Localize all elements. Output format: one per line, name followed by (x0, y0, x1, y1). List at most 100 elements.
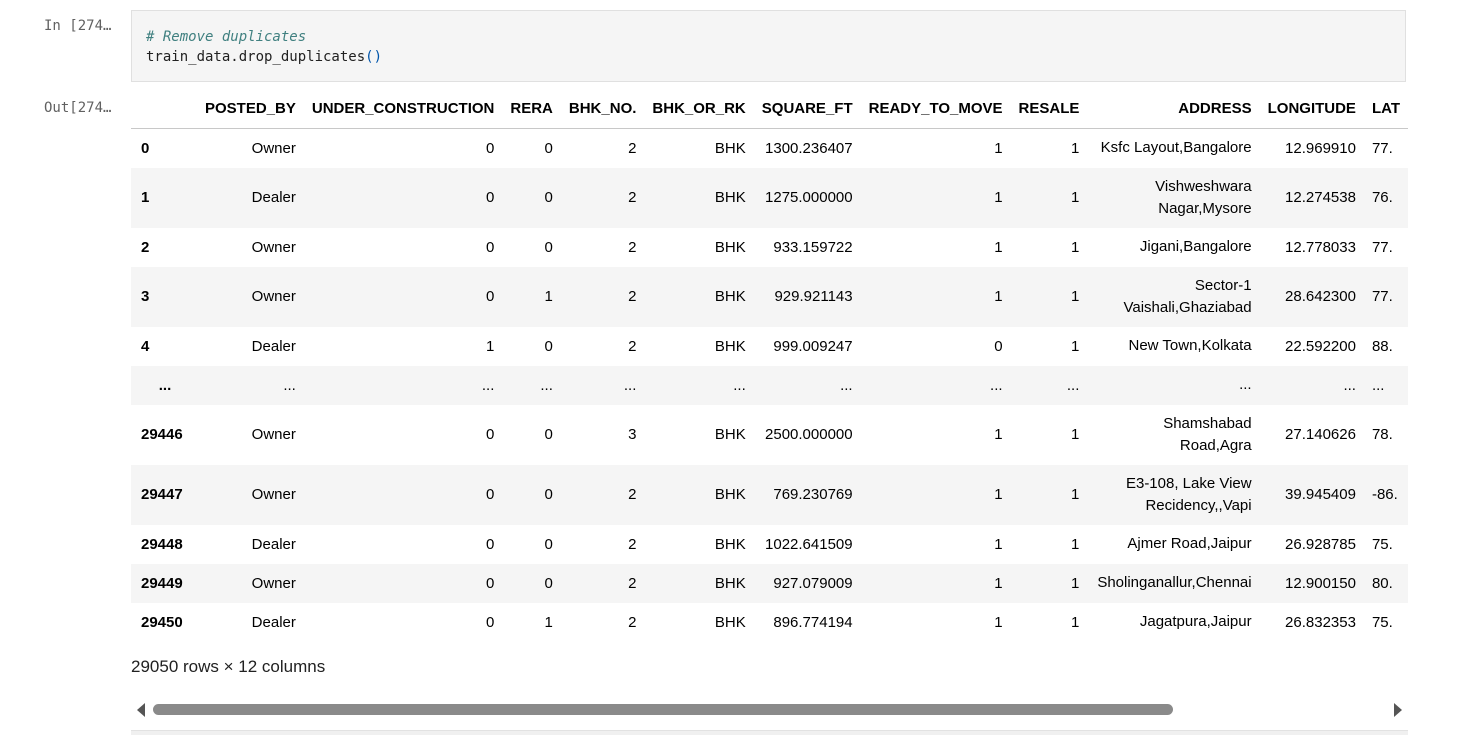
table-cell: Owner (251, 426, 296, 443)
table-cell: 1 (1071, 238, 1080, 256)
table-cell: 769.230769 (773, 486, 853, 503)
table-cell: 896.774194 (773, 613, 853, 631)
table-cell: 1 (994, 426, 1003, 443)
table-cell: BHK (714, 189, 746, 206)
table-cell: 1 (544, 288, 553, 305)
row-index: 3 (141, 288, 150, 305)
table-cell: 2 (628, 613, 637, 631)
table-cell: Jigani,Bangalore (1139, 238, 1252, 255)
table-cell: Sholinganallur,Chennai (1097, 574, 1252, 591)
column-header-ready-to-move: READY_TO_MOVE (860, 88, 1011, 129)
row-index: 1 (141, 189, 150, 206)
table-cell: 0 (486, 426, 495, 443)
table-cell: 28.642300 (1285, 288, 1356, 305)
scrollbar-thumb[interactable] (153, 704, 1173, 715)
table-cell: 75. (1371, 613, 1393, 631)
table-cell: 1300.236407 (765, 139, 853, 157)
table-cell: ... (1239, 376, 1252, 393)
row-index: 4 (141, 337, 150, 355)
table-cell: 1 (1071, 486, 1080, 503)
table-cell: 2 (628, 574, 637, 592)
table-cell: ... (1371, 376, 1385, 394)
table-cell: 26.928785 (1285, 535, 1356, 553)
table-cell: 88. (1371, 337, 1393, 355)
table-cell: 2500.000000 (765, 426, 853, 443)
table-cell: ... (990, 376, 1003, 394)
table-cell: 77. (1371, 139, 1393, 157)
table-row: 3 Owner 0 1 2 BHK 929.921143 1 1 Sector-1 Vaishal… (131, 266, 1408, 327)
table-cell: ... (283, 376, 296, 394)
table-cell: ... (1066, 376, 1080, 394)
table-cell: 1 (1071, 426, 1080, 443)
table-cell: BHK (714, 288, 746, 305)
table-cell: 2 (628, 238, 637, 256)
next-cell-edge (131, 730, 1408, 735)
table-cell: 2 (628, 535, 637, 553)
code-cell[interactable]: # Remove duplicates train_data.drop_dupl… (131, 10, 1406, 82)
table-cell: 0 (994, 337, 1003, 355)
row-index: ... (158, 376, 172, 394)
table-cell: 22.592200 (1285, 337, 1356, 355)
table-cell: E3-108, Lake View Recidency,,Vapi (1125, 474, 1252, 514)
table-cell: Ajmer Road,Jaipur (1127, 535, 1252, 552)
table-row: 29448 Dealer 0 0 2 BHK 1022.641509 1 1 Ajmer Road… (131, 524, 1408, 564)
table-cell: 1 (994, 535, 1003, 553)
header-row: POSTED_BY UNDER_CONSTRUCTION RERA BHK_NO. BH… (131, 88, 1408, 129)
table-cell: -86. (1371, 486, 1398, 503)
table-cell: 0 (544, 535, 553, 553)
table-row: 29450 Dealer 0 1 2 BHK 896.774194 1 1 Jagatpura,J… (131, 602, 1408, 642)
table-cell: 12.900150 (1285, 574, 1356, 592)
table-cell: New Town,Kolkata (1128, 337, 1252, 354)
table-row: 29447 Owner 0 0 2 BHK 769.230769 1 1 E3-108, Lake… (131, 464, 1408, 525)
table-cell: 1 (994, 139, 1003, 157)
table-cell: Sector-1 Vaishali,Ghaziabad (1123, 276, 1252, 316)
table-cell: Dealer (251, 337, 296, 355)
table-cell: ... (540, 376, 553, 394)
table-cell: Ksfc Layout,Bangalore (1100, 139, 1252, 157)
table-cell: Owner (251, 139, 296, 157)
table-cell: 77. (1371, 238, 1393, 256)
table-cell: 1 (994, 288, 1003, 305)
table-cell: 12.778033 (1285, 238, 1356, 256)
output-prompt: Out[274… (44, 100, 112, 116)
row-index: 0 (141, 139, 150, 157)
input-prompt: In [274… (44, 18, 112, 34)
table-row: 2 Owner 0 0 2 BHK 933.159722 1 1 Jigani,Bangalore… (131, 227, 1408, 267)
table-cell: 1 (1071, 189, 1080, 206)
rows-columns-summary: 29050 rows × 12 columns (131, 657, 326, 676)
column-header-longitude: LONGITUDE (1259, 88, 1364, 129)
table-cell: 12.274538 (1285, 189, 1356, 206)
row-index: 29446 (141, 426, 183, 443)
column-header-address: ADDRESS (1087, 88, 1260, 129)
table-cell: 0 (486, 613, 495, 631)
row-index: 29450 (141, 613, 183, 631)
code-comment: # Remove duplicates (146, 29, 307, 45)
table-cell: BHK (714, 426, 746, 443)
scroll-right-arrow-icon[interactable] (1394, 703, 1402, 717)
column-header-resale: RESALE (1010, 88, 1088, 129)
table-cell: 0 (486, 574, 495, 592)
table-cell: 1 (994, 613, 1003, 631)
table-cell: 0 (544, 238, 553, 256)
table-cell: ... (1343, 376, 1356, 394)
table-cell: BHK (714, 238, 746, 256)
dataframe-table: POSTED_BY UNDER_CONSTRUCTION RERA BHK_NO. BH… (131, 88, 1408, 642)
table-cell: 0 (486, 189, 495, 206)
column-header-posted-by: POSTED_BY (197, 88, 304, 129)
table-cell: 1 (544, 613, 553, 631)
table-cell: BHK (714, 337, 746, 355)
table-cell: Dealer (251, 613, 296, 631)
table-cell: Vishweshwara Nagar,Mysore (1155, 177, 1252, 217)
column-header-square-ft: SQUARE_FT (753, 88, 861, 129)
table-cell: Jagatpura,Jaipur (1139, 613, 1252, 630)
horizontal-scrollbar[interactable] (131, 700, 1408, 720)
table-cell: ... (623, 376, 637, 394)
dataframe-output: POSTED_BY UNDER_CONSTRUCTION RERA BHK_NO. BH… (131, 88, 1408, 648)
column-header-bhk-or-rk: BHK_OR_RK (644, 88, 754, 129)
row-index: 29447 (141, 486, 183, 503)
scroll-left-arrow-icon[interactable] (137, 703, 145, 717)
table-cell: ... (733, 376, 746, 394)
table-cell: 1 (994, 486, 1003, 503)
row-index: 29449 (141, 574, 183, 592)
table-cell: 0 (544, 139, 553, 157)
